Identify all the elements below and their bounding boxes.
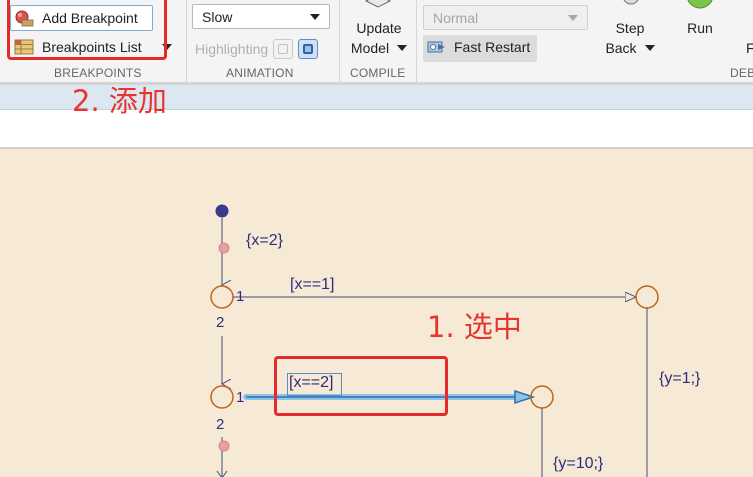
update-model-label-2: Model xyxy=(344,38,414,58)
condition-label-x-eq-1[interactable]: [x==1] xyxy=(290,276,334,294)
toolstrip: Add Breakpoint Breakpoints List BREAKPOI… xyxy=(0,0,753,84)
step-back-button[interactable]: Step Back xyxy=(598,0,664,62)
cutoff-button-label: F xyxy=(746,40,753,56)
step-back-label-2: Back xyxy=(598,38,662,58)
annotation-select-box xyxy=(274,356,448,416)
chevron-down-icon xyxy=(310,14,320,20)
run-icon xyxy=(687,0,713,9)
fast-restart-row: Fast Restart xyxy=(427,39,530,55)
chevron-down-icon xyxy=(568,15,578,21)
section-label-debug: DEB xyxy=(730,66,753,80)
highlighting-control: Highlighting xyxy=(195,39,319,59)
section-divider xyxy=(186,0,187,82)
run-button[interactable]: Run xyxy=(676,0,726,62)
highlight-on-icon[interactable] xyxy=(298,39,319,59)
annotation-add-step: 2. 添加 xyxy=(72,84,167,118)
animation-speed-select[interactable]: Slow xyxy=(192,4,330,29)
flow-diagram xyxy=(210,204,659,477)
section-divider xyxy=(416,0,417,82)
breakpoint-marker[interactable] xyxy=(218,242,230,254)
annotation-select-step: 1. 选中 xyxy=(427,310,522,344)
animation-speed-value: Slow xyxy=(202,8,233,25)
junction-3[interactable] xyxy=(635,285,659,309)
priority-j2-right: 1 xyxy=(236,389,245,406)
action-label-y-1[interactable]: {y=1;} xyxy=(659,370,700,388)
update-model-label-1: Update xyxy=(356,20,402,36)
priority-j2-down: 2 xyxy=(216,416,225,433)
annotation-highlight-box xyxy=(7,0,167,60)
update-model-icon xyxy=(364,0,392,8)
highlighting-label: Highlighting xyxy=(195,41,269,57)
run-label: Run xyxy=(687,20,713,36)
highlight-off-icon[interactable] xyxy=(273,39,294,59)
chevron-down-icon xyxy=(397,45,408,51)
update-model-button[interactable]: Update Model xyxy=(344,0,414,62)
section-divider xyxy=(339,0,340,82)
section-label-compile: COMPILE xyxy=(350,66,406,80)
default-transition-dot[interactable] xyxy=(215,204,229,218)
simulation-mode-select[interactable]: Normal xyxy=(423,5,588,30)
chevron-down-icon xyxy=(644,45,655,51)
priority-j1-right: 1 xyxy=(236,288,245,305)
action-label-x-eq-2[interactable]: {x=2} xyxy=(246,232,283,250)
priority-j1-down: 2 xyxy=(216,314,225,331)
fast-restart-label: Fast Restart xyxy=(454,39,531,55)
junction-1[interactable] xyxy=(210,285,234,309)
junction-2[interactable] xyxy=(210,385,234,409)
fast-restart-icon xyxy=(427,41,445,53)
stateflow-canvas[interactable]: {x=2} [x==1] 1 2 [x==2] 1 2 {y=1;} {y=10… xyxy=(0,148,753,477)
simulation-mode-value: Normal xyxy=(433,9,479,26)
breakpoint-marker[interactable] xyxy=(218,440,230,452)
step-back-icon xyxy=(623,0,639,5)
step-back-label-1: Step xyxy=(615,20,645,36)
section-label-animation: ANIMATION xyxy=(226,66,294,80)
action-label-y-10[interactable]: {y=10;} xyxy=(553,455,603,473)
